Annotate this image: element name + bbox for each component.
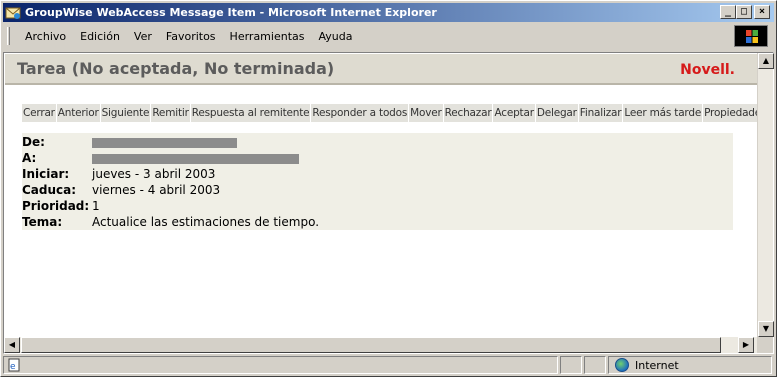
due-label: Caduca: xyxy=(22,183,77,197)
window-title: GroupWise WebAccess Message Item - Micro… xyxy=(25,6,437,19)
maximize-button[interactable]: □ xyxy=(736,5,752,19)
next-button[interactable]: Siguiente xyxy=(100,104,152,122)
menu-favoritos[interactable]: Favoritos xyxy=(159,28,223,45)
browser-window: GroupWise WebAccess Message Item - Micro… xyxy=(0,0,777,377)
decline-button[interactable]: Rechazar xyxy=(443,104,494,122)
toolbar-grip[interactable] xyxy=(7,27,10,45)
from-row: De: xyxy=(22,135,733,151)
windows-logo-icon xyxy=(734,25,768,47)
page-title: Tarea (No aceptada, No terminada) xyxy=(17,59,335,78)
status-bar: e Internet xyxy=(3,356,774,375)
web-page: Tarea (No aceptada, No terminada) Novell… xyxy=(5,54,757,336)
scroll-left-arrow-icon[interactable]: ◀ xyxy=(4,337,20,353)
internet-zone-globe-icon xyxy=(615,358,629,372)
scroll-corner xyxy=(757,337,773,353)
svg-text:e: e xyxy=(10,362,16,372)
browser-content: Tarea (No aceptada, No terminada) Novell… xyxy=(3,52,774,354)
menu-ayuda[interactable]: Ayuda xyxy=(311,28,359,45)
status-main-panel: e xyxy=(3,356,558,374)
page-done-icon: e xyxy=(8,358,20,372)
action-toolbar: Cerrar Anterior Siguiente Remitir Respue… xyxy=(22,104,757,122)
scroll-down-arrow-icon[interactable]: ▼ xyxy=(758,321,774,337)
accept-button[interactable]: Aceptar xyxy=(493,104,536,122)
horizontal-scrollbar[interactable]: ◀ ▶ xyxy=(4,337,758,353)
reply-sender-button[interactable]: Respuesta al remitente xyxy=(190,104,312,122)
security-zone-label: Internet xyxy=(635,359,679,372)
close-action-button[interactable]: Cerrar xyxy=(22,104,57,122)
menu-herramientas[interactable]: Herramientas xyxy=(223,28,312,45)
task-details: De: A: Iniciar: jueves - 3 abril 2003 Ca… xyxy=(22,133,733,230)
close-button[interactable]: × xyxy=(754,5,770,19)
menu-archivo[interactable]: Archivo xyxy=(18,28,73,45)
menu-ver[interactable]: Ver xyxy=(127,28,159,45)
vertical-scrollbar[interactable]: ▲ ▼ xyxy=(757,53,774,337)
subject-value: Actualice las estimaciones de tiempo. xyxy=(92,215,320,229)
task-header: Tarea (No aceptada, No terminada) Novell… xyxy=(5,54,757,85)
title-bar[interactable]: GroupWise WebAccess Message Item - Micro… xyxy=(3,3,774,22)
delegate-button[interactable]: Delegar xyxy=(535,104,579,122)
subject-row: Tema: Actualice las estimaciones de tiem… xyxy=(22,215,733,231)
priority-label: Prioridad: xyxy=(22,199,90,213)
start-row: Iniciar: jueves - 3 abril 2003 xyxy=(22,167,733,183)
start-value: jueves - 3 abril 2003 xyxy=(92,167,216,181)
properties-button[interactable]: Propiedades xyxy=(703,104,757,122)
from-label: De: xyxy=(22,135,45,149)
minimize-button[interactable]: _ xyxy=(720,5,736,19)
priority-value: 1 xyxy=(92,199,100,213)
complete-button[interactable]: Finalizar xyxy=(578,104,624,122)
status-panel-2 xyxy=(584,356,606,374)
redacted-recipient xyxy=(92,154,299,164)
read-later-button[interactable]: Leer más tarde xyxy=(623,104,704,122)
security-zone-panel[interactable]: Internet xyxy=(608,356,772,374)
menu-bar: Archivo Edición Ver Favoritos Herramient… xyxy=(3,24,774,48)
to-label: A: xyxy=(22,151,37,165)
horizontal-scroll-thumb[interactable] xyxy=(21,337,721,353)
priority-row: Prioridad: 1 xyxy=(22,199,733,215)
scroll-up-arrow-icon[interactable]: ▲ xyxy=(758,53,774,69)
groupwise-app-icon xyxy=(5,6,21,20)
menu-edicion[interactable]: Edición xyxy=(73,28,127,45)
due-value: viernes - 4 abril 2003 xyxy=(92,183,221,197)
move-button[interactable]: Mover xyxy=(409,104,444,122)
redacted-sender xyxy=(92,138,237,148)
novell-logo: Novell. xyxy=(680,62,735,78)
due-row: Caduca: viernes - 4 abril 2003 xyxy=(22,183,733,199)
subject-label: Tema: xyxy=(22,215,63,229)
scroll-right-arrow-icon[interactable]: ▶ xyxy=(738,337,754,353)
to-row: A: xyxy=(22,151,733,167)
reply-all-button[interactable]: Responder a todos xyxy=(311,104,410,122)
forward-button[interactable]: Remitir xyxy=(151,104,191,122)
status-panel-1 xyxy=(560,356,582,374)
start-label: Iniciar: xyxy=(22,167,70,181)
previous-button[interactable]: Anterior xyxy=(56,104,101,122)
